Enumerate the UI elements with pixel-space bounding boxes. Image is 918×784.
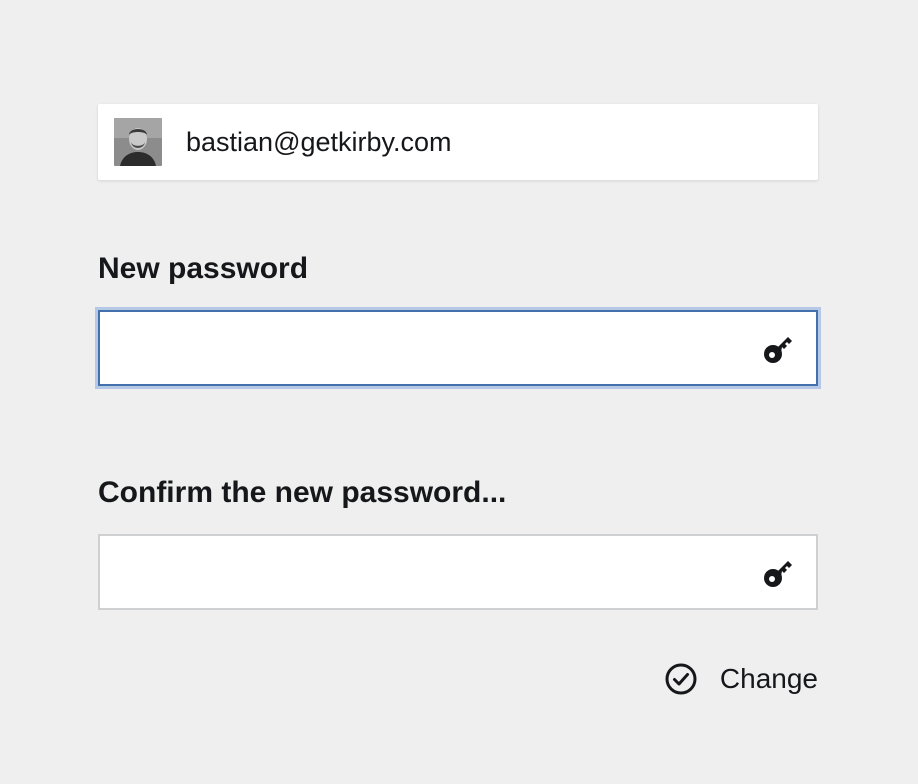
confirm-password-label: Confirm the new password... <box>98 476 507 509</box>
new-password-input[interactable] <box>100 312 816 384</box>
key-icon <box>764 337 792 363</box>
password-change-form: bastian@getkirby.com New password Confir… <box>98 104 818 696</box>
user-email: bastian@getkirby.com <box>186 126 452 157</box>
form-actions: Change <box>98 662 818 696</box>
user-card: bastian@getkirby.com <box>98 104 818 180</box>
new-password-field: New password <box>98 252 818 386</box>
check-circle-icon <box>665 663 697 695</box>
new-password-input-wrapper <box>98 310 818 386</box>
new-password-label: New password <box>98 252 309 285</box>
confirm-password-input-wrapper <box>98 534 818 610</box>
change-button-label: Change <box>719 663 818 694</box>
change-button[interactable]: Change <box>664 662 818 696</box>
key-icon <box>764 561 792 587</box>
confirm-password-field: Confirm the new password... <box>98 476 818 610</box>
avatar <box>114 118 162 166</box>
confirm-password-input[interactable] <box>100 536 816 608</box>
